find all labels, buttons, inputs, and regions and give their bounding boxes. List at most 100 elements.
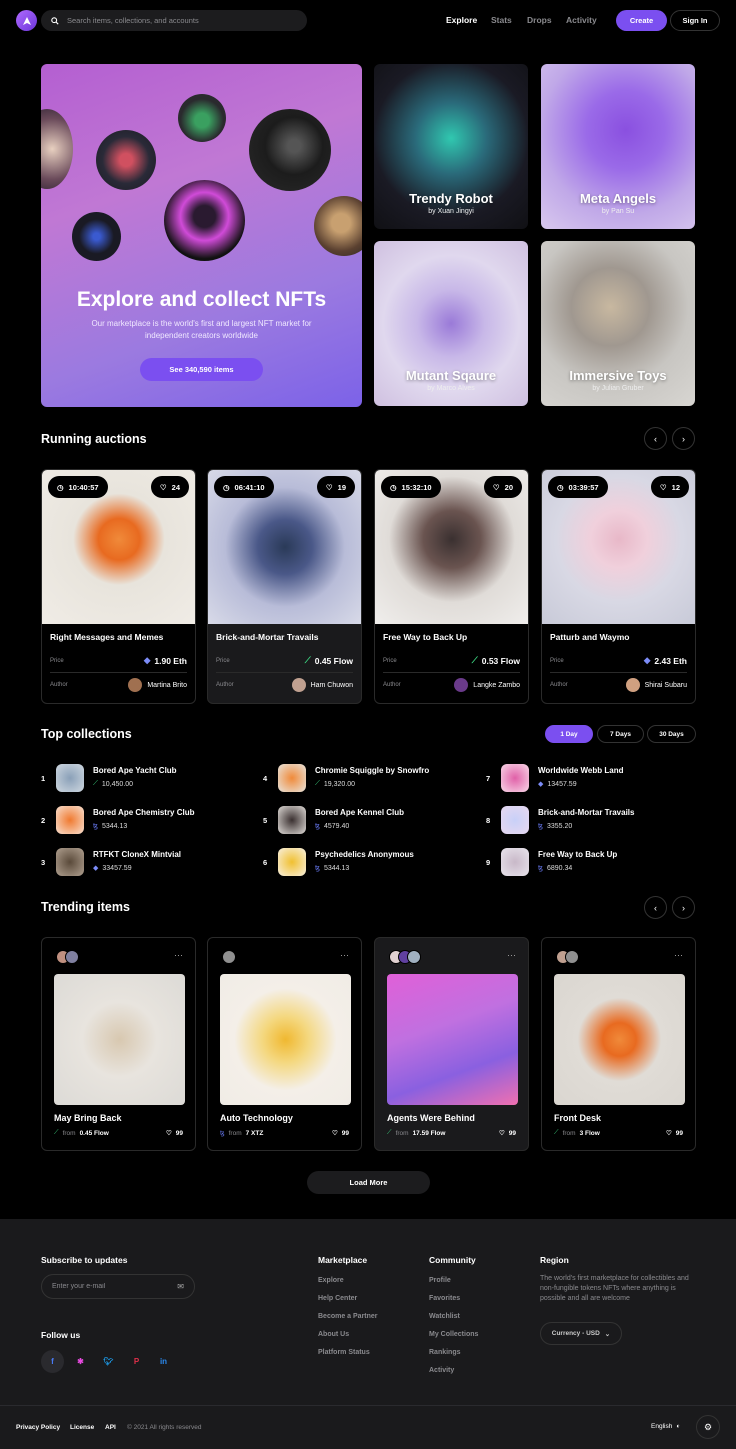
tab-30-days[interactable]: 30 Days	[647, 725, 696, 743]
next-arrow-button[interactable]: ›	[672, 896, 695, 919]
nav-drops[interactable]: Drops	[527, 15, 552, 25]
more-options-icon[interactable]: ···	[674, 950, 683, 960]
pinterest-icon[interactable]: P	[125, 1350, 148, 1373]
footer-link[interactable]: Platform Status	[318, 1349, 370, 1356]
collection-row[interactable]: 5 Bored Ape Kennel Club ꜩ 4579.40	[263, 806, 463, 834]
settings-button[interactable]: ⚙	[696, 1415, 720, 1439]
like-button[interactable]: ♡ 99	[166, 1129, 183, 1138]
timer-badge: ◷ 03:39:57	[548, 476, 608, 498]
featured-tile-meta-angels[interactable]: Meta Angels by Pan Su	[541, 64, 695, 229]
see-items-button[interactable]: See 340,590 items	[140, 358, 263, 381]
collection-rank: 2	[41, 816, 46, 825]
like-button[interactable]: ♡ 99	[665, 1129, 683, 1138]
author[interactable]: Martina Brito	[128, 678, 187, 692]
footer-link[interactable]: Profile	[429, 1277, 451, 1284]
next-arrow-button[interactable]: ›	[672, 427, 695, 450]
twitter-icon[interactable]: 🐦︎	[97, 1350, 120, 1373]
like-button[interactable]: ♡ 19	[316, 476, 355, 498]
avatar	[65, 950, 79, 964]
like-button[interactable]: ♡ 20	[483, 476, 522, 498]
search-input[interactable]	[67, 16, 287, 25]
email-field[interactable]: ✉	[41, 1274, 195, 1299]
auction-card[interactable]: ◷ 15:32:10 ♡ 20 Free Way to Back Up Price …	[374, 469, 529, 704]
featured-author: by Julian Gruber	[592, 385, 644, 392]
collection-value: ꜩ 3355.20	[538, 822, 572, 831]
footer-link[interactable]: About Us	[318, 1331, 349, 1338]
heart-icon: ♡	[665, 1130, 672, 1137]
slack-icon[interactable]: ✱	[69, 1350, 92, 1373]
nav-explore[interactable]: Explore	[446, 15, 477, 25]
like-button[interactable]: ♡ 12	[650, 476, 689, 498]
sign-in-button[interactable]: Sign In	[670, 10, 720, 31]
footer-link[interactable]: Become a Partner	[318, 1313, 378, 1320]
create-button[interactable]: Create	[616, 10, 667, 31]
auction-card[interactable]: ◷ 10:40:57 ♡ 24 Right Messages and Memes P…	[41, 469, 196, 704]
collection-row[interactable]: 6 Psychedelics Anonymous ꜩ 5344.13	[263, 848, 463, 876]
author[interactable]: Langke Zambo	[454, 678, 520, 692]
mail-icon[interactable]: ✉	[177, 1282, 184, 1291]
linkedin-icon[interactable]: in	[152, 1350, 175, 1373]
trending-card[interactable]: ··· May Bring Back ⟋ from 0.45 Flow ♡ 99	[41, 937, 196, 1151]
footer-link[interactable]: Help Center	[318, 1295, 357, 1302]
footer-link[interactable]: Explore	[318, 1277, 344, 1284]
collection-row[interactable]: 2 Bored Ape Chemistry Club ꜩ 5344.13	[41, 806, 241, 834]
auction-card[interactable]: ◷ 03:39:57 ♡ 12 Patturb and Waymo Price ◆ 2…	[541, 469, 696, 704]
trending-card[interactable]: ··· Auto Technology ꜩ from 7 XTZ ♡ 99	[207, 937, 362, 1151]
collection-row[interactable]: 7 Worldwide Webb Land ◆ 13457.59	[486, 764, 686, 792]
api-link[interactable]: API	[105, 1424, 116, 1431]
price-value: ⟋ 0.53 Flow	[472, 655, 520, 666]
avatar	[625, 678, 640, 692]
featured-tile-immersive-toys[interactable]: Immersive Toys by Julian Gruber	[541, 241, 695, 406]
more-options-icon[interactable]: ···	[174, 950, 183, 960]
owner-avatars	[222, 950, 236, 964]
auction-card[interactable]: ◷ 06:41:10 ♡ 19 Brick-and-Mortar Travails …	[207, 469, 362, 704]
more-options-icon[interactable]: ···	[507, 950, 516, 960]
collection-row[interactable]: 1 Bored Ape Yacht Club ⟋ 10,450.00	[41, 764, 241, 792]
footer-link[interactable]: Rankings	[429, 1349, 461, 1356]
more-options-icon[interactable]: ···	[340, 950, 349, 960]
collection-row[interactable]: 4 Chromie Squiggle by Snowfro ⟋ 19,320.00	[263, 764, 463, 792]
license-link[interactable]: License	[70, 1424, 94, 1431]
section-title-trending: Trending items	[41, 900, 130, 914]
currency-value: Currency - USD	[551, 1330, 600, 1337]
footer-link[interactable]: Favorites	[429, 1295, 460, 1302]
email-input[interactable]	[52, 1283, 162, 1290]
language-select[interactable]: English ◐	[651, 1423, 680, 1430]
like-button[interactable]: ♡ 24	[150, 476, 189, 498]
clock-icon: ◷	[390, 482, 397, 492]
trending-card[interactable]: ··· Front Desk ⟋ from 3 Flow ♡ 99	[541, 937, 696, 1151]
tab-1-day[interactable]: 1 Day	[545, 725, 593, 743]
collection-row[interactable]: 9 Free Way to Back Up ꜩ 6890.34	[486, 848, 686, 876]
load-more-button[interactable]: Load More	[307, 1171, 430, 1194]
nav-activity[interactable]: Activity	[566, 15, 597, 25]
footer-link[interactable]: Watchlist	[429, 1313, 460, 1320]
timer-badge: ◷ 15:32:10	[381, 476, 441, 498]
privacy-policy-link[interactable]: Privacy Policy	[16, 1424, 60, 1431]
collection-row[interactable]: 8 Brick-and-Mortar Travails ꜩ 3355.20	[486, 806, 686, 834]
collection-value: ◆ 13457.59	[538, 780, 577, 789]
like-button[interactable]: ♡ 99	[332, 1129, 349, 1138]
author[interactable]: Ham Chuwon	[291, 678, 353, 692]
tab-7-days[interactable]: 7 Days	[597, 725, 644, 743]
author[interactable]: Shirai Subaru	[625, 678, 687, 692]
trending-card[interactable]: ··· Agents Were Behind ⟋ from 17.59 Flow ♡…	[374, 937, 529, 1151]
prev-arrow-button[interactable]: ‹	[644, 896, 667, 919]
collection-row[interactable]: 3 RTFKT CloneX Mintvial ◆ 33457.59	[41, 848, 241, 876]
facebook-icon[interactable]: f	[41, 1350, 64, 1373]
prev-arrow-button[interactable]: ‹	[644, 427, 667, 450]
featured-tile-trendy-robot[interactable]: Trendy Robot by Xuan Jingyi	[374, 64, 528, 229]
footer-link[interactable]: Activity	[429, 1367, 454, 1374]
collection-value: ⟋ 10,450.00	[93, 780, 133, 788]
featured-tile-mutant-square[interactable]: Mutant Sqaure by Marco Alves	[374, 241, 528, 406]
like-count: 24	[171, 482, 180, 492]
hero-bubble-image	[96, 130, 156, 190]
like-button[interactable]: ♡ 99	[499, 1129, 516, 1138]
search-bar[interactable]	[41, 10, 307, 31]
nav-stats[interactable]: Stats	[491, 15, 512, 25]
trending-title: Auto Technology	[220, 1113, 293, 1123]
logo[interactable]	[16, 10, 37, 31]
avatar	[454, 678, 469, 692]
currency-select[interactable]: Currency - USD ⌄	[540, 1322, 622, 1345]
globe-icon: ◐	[676, 1423, 681, 1430]
footer-link[interactable]: My Collections	[429, 1331, 478, 1338]
